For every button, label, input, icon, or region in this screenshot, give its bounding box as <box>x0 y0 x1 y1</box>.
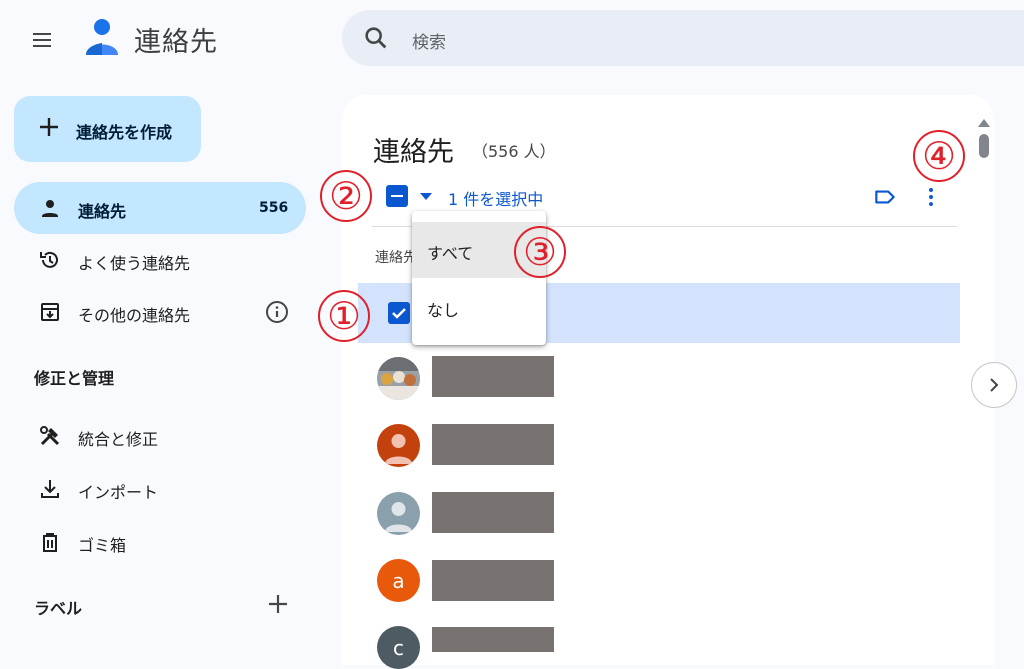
contact-avatar-person[interactable] <box>377 424 420 467</box>
chevron-right-icon <box>990 378 999 392</box>
scrollbar-thumb[interactable] <box>979 134 989 158</box>
fix-manage-heading: 修正と管理 <box>34 369 115 388</box>
main-menu-button[interactable] <box>22 20 62 60</box>
sidebar-item-contacts-label: 連絡先 <box>78 202 127 221</box>
contact-avatar-letter[interactable]: c <box>377 626 420 669</box>
annotation-marker-4: ④ <box>913 130 965 182</box>
labels-heading: ラベル <box>34 599 83 618</box>
contacts-count: 556 <box>259 200 289 216</box>
menu-item-select-all-label: すべて <box>427 244 474 263</box>
contact-name-redacted[interactable] <box>432 356 554 397</box>
search-icon[interactable] <box>362 24 390 52</box>
row-checkbox[interactable] <box>388 302 410 324</box>
annotation-marker-3: ③ <box>514 226 566 278</box>
contacts-logo-icon <box>82 17 122 59</box>
history-icon <box>38 248 62 272</box>
total-count: （556 人） <box>472 142 556 161</box>
checkmark-icon <box>392 308 406 319</box>
download-icon <box>38 477 62 501</box>
contact-avatar-photo[interactable] <box>377 357 420 400</box>
trash-icon <box>38 530 62 554</box>
sidebar-item-trash-label: ゴミ箱 <box>78 536 127 555</box>
selection-status: 1 件を選択中 <box>448 190 544 209</box>
tools-icon <box>38 424 62 448</box>
sidebar-item-other-contacts-label: その他の連絡先 <box>78 306 191 325</box>
side-panel-expand-button[interactable] <box>971 362 1017 408</box>
sidebar-item-import-label: インポート <box>78 483 159 502</box>
sidebar-item-merge-fix-label: 統合と修正 <box>78 430 159 449</box>
annotation-marker-1: ① <box>318 290 370 342</box>
search-input[interactable]: 検索 <box>412 28 446 53</box>
plus-icon <box>38 116 60 138</box>
scroll-up-arrow-icon[interactable] <box>978 119 990 127</box>
page-title: 連絡先 <box>373 137 454 168</box>
column-header-name: 連絡先 <box>375 250 415 266</box>
contact-avatar-person[interactable] <box>377 492 420 535</box>
info-icon[interactable] <box>265 300 289 324</box>
contact-name-redacted[interactable] <box>432 424 554 465</box>
add-label-plus-icon[interactable] <box>266 592 290 616</box>
avatar-letter: c <box>393 635 404 660</box>
selection-dropdown-caret-icon[interactable] <box>420 193 432 200</box>
archive-download-icon <box>38 300 62 324</box>
create-contact-label: 連絡先を作成 <box>76 123 173 142</box>
annotation-marker-2: ② <box>320 170 372 222</box>
contact-name-redacted[interactable] <box>432 627 554 652</box>
menu-item-select-none-label: なし <box>427 301 460 320</box>
person-icon <box>38 196 62 220</box>
avatar-letter: a <box>392 568 405 593</box>
indeterminate-dash-icon <box>391 195 403 197</box>
contact-name-redacted[interactable] <box>432 492 554 533</box>
contact-avatar-letter[interactable]: a <box>377 559 420 602</box>
sidebar-item-frequent-label: よく使う連絡先 <box>78 254 191 273</box>
more-options-icon[interactable] <box>918 184 944 210</box>
app-title: 連絡先 <box>134 27 218 58</box>
hamburger-menu-icon <box>33 33 51 47</box>
contact-name-redacted[interactable] <box>432 560 554 601</box>
label-icon[interactable] <box>872 184 898 210</box>
